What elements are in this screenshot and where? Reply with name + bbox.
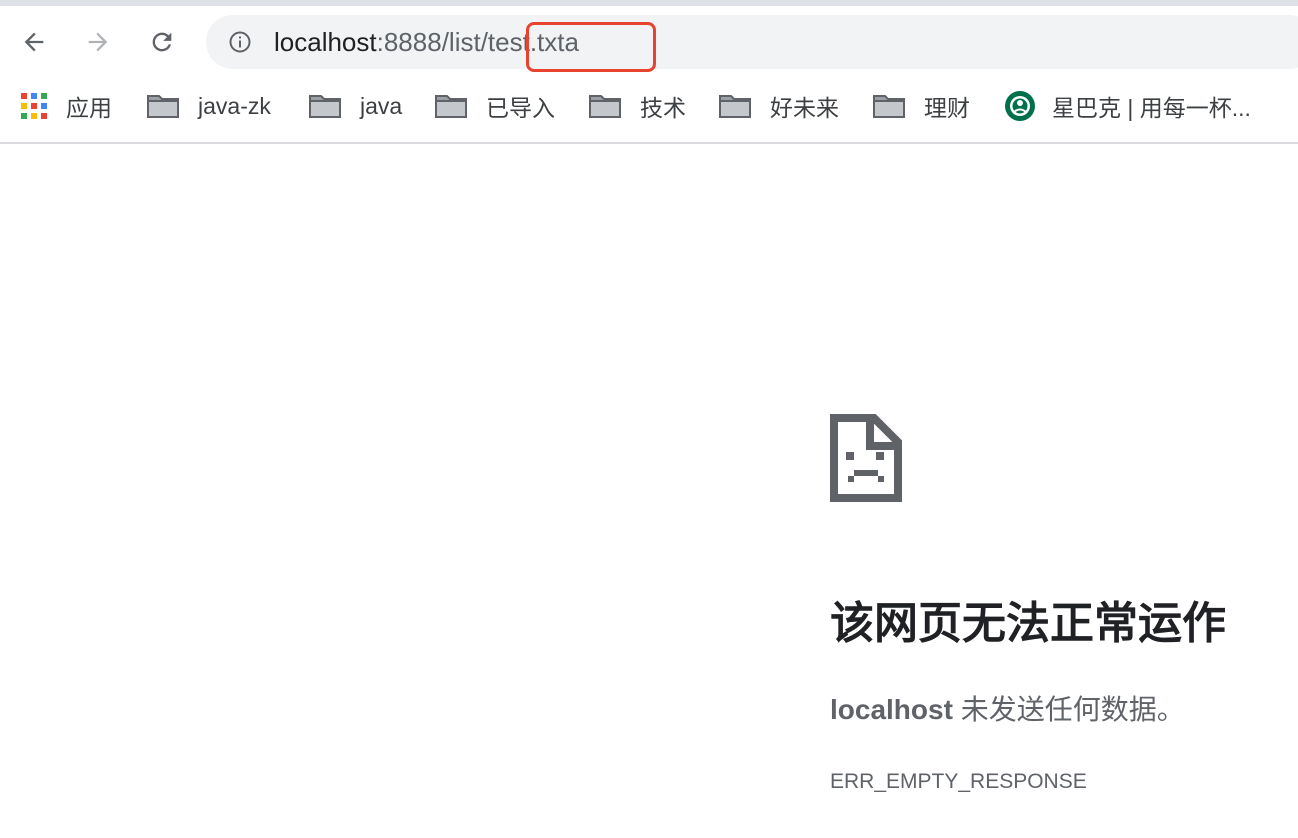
bookmark-folder-imported[interactable]: 已导入 — [434, 80, 555, 132]
sad-page-icon — [830, 414, 902, 502]
bookmark-label: 已导入 — [486, 95, 555, 121]
browser-toolbar: localhost:8888/list/test.txta — [0, 6, 1298, 78]
apps-grid-icon — [20, 92, 48, 120]
reload-button[interactable] — [144, 24, 180, 60]
bookmark-folder-tal[interactable]: 好未来 — [718, 80, 839, 132]
back-button[interactable] — [16, 24, 52, 60]
bookmark-folder-finance[interactable]: 理财 — [872, 80, 970, 132]
arrow-left-icon — [24, 32, 44, 52]
bookmark-label: java-zk — [198, 92, 271, 119]
bookmark-starbucks[interactable]: 星巴克 | 用每一杯... — [1004, 80, 1251, 132]
bookmark-label: 应用 — [66, 95, 112, 121]
bookmark-folder-tech[interactable]: 技术 — [588, 80, 686, 132]
error-code: ERR_EMPTY_RESPONSE — [830, 770, 1087, 793]
bookmark-folder-java[interactable]: java — [308, 80, 402, 132]
bookmark-label: 技术 — [640, 95, 686, 121]
folder-icon — [146, 93, 180, 119]
bookmark-apps[interactable]: 应用 — [20, 80, 112, 132]
reload-icon — [152, 32, 172, 52]
error-message-text: 未发送任何数据。 — [952, 694, 1185, 725]
bookmark-label: java — [360, 92, 403, 119]
error-host: localhost — [830, 694, 953, 725]
bookmark-label: 好未来 — [770, 95, 839, 121]
bookmark-folder-java-zk[interactable]: java-zk — [146, 80, 271, 132]
url-host: localhost — [274, 27, 377, 57]
info-icon[interactable] — [228, 30, 252, 54]
forward-button[interactable] — [80, 24, 116, 60]
error-page: 该网页无法正常运作 localhost 未发送任何数据。 ERR_EMPTY_R… — [0, 144, 1298, 838]
folder-icon — [718, 93, 752, 119]
folder-icon — [872, 93, 906, 119]
bookmark-label: 理财 — [924, 95, 970, 121]
starbucks-logo-icon — [1004, 90, 1036, 122]
folder-icon — [588, 93, 622, 119]
bookmarks-bar: 应用 java-zk java 已导入 技术 好未来 理财 星巴克 | 用每一杯… — [0, 80, 1298, 142]
error-message: localhost 未发送任何数据。 — [830, 692, 1185, 728]
arrow-right-icon — [88, 32, 108, 52]
error-title: 该网页无法正常运作 — [830, 599, 1226, 648]
folder-icon — [434, 93, 468, 119]
url-path: :8888/list/ — [376, 27, 488, 57]
folder-icon — [308, 93, 342, 119]
bookmark-label: 星巴克 | 用每一杯... — [1052, 95, 1251, 121]
highlight-annotation — [526, 22, 656, 72]
address-bar[interactable]: localhost:8888/list/test.txta — [206, 15, 1298, 69]
